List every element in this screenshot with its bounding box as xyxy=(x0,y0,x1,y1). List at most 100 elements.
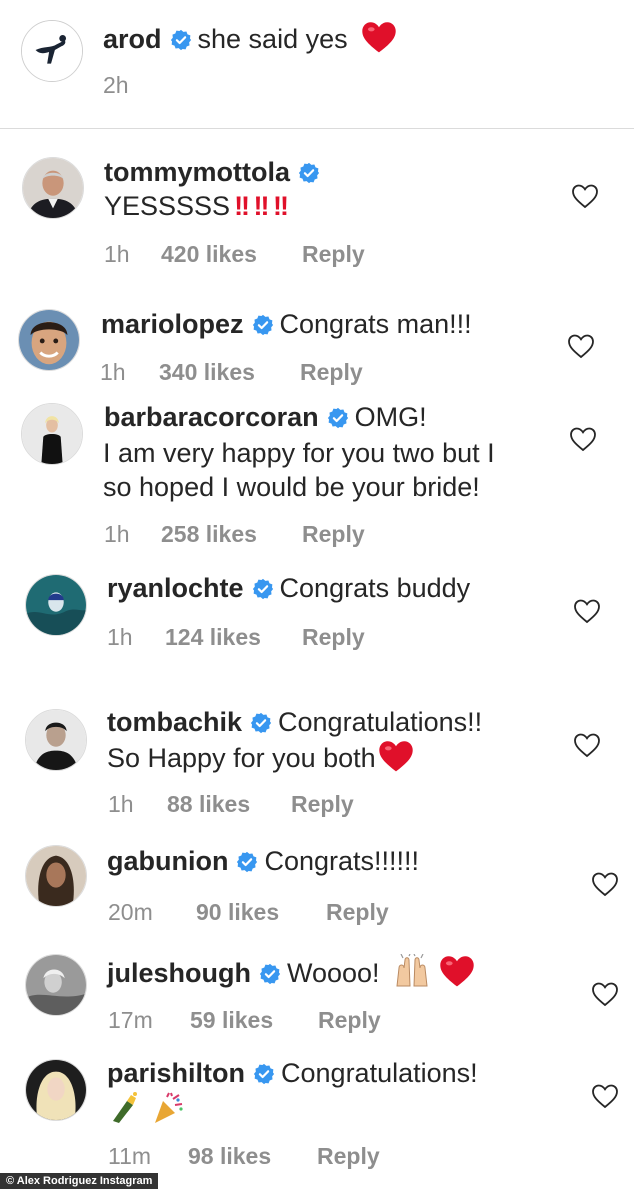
comment-username[interactable]: gabunion xyxy=(107,846,228,876)
post-divider xyxy=(0,128,634,129)
comment-text: I am very happy for you two but I xyxy=(103,438,495,468)
comment-meta: 1h 420 likes Reply xyxy=(104,241,404,269)
comment-username[interactable]: mariolopez xyxy=(101,309,244,339)
reply-button[interactable]: Reply xyxy=(291,791,354,818)
post-username[interactable]: arod xyxy=(103,24,162,54)
comment-likes[interactable]: 90 likes xyxy=(196,899,279,926)
comment-meta: 20m 90 likes Reply xyxy=(108,899,408,927)
comment-meta: 1h 340 likes Reply xyxy=(100,359,400,387)
red-heart-emoji-icon xyxy=(439,954,475,988)
party-popper-emoji-icon xyxy=(154,1092,183,1123)
verified-badge-icon xyxy=(250,712,272,734)
verified-badge-icon xyxy=(327,407,349,429)
comment-avatar-juleshough[interactable] xyxy=(25,954,87,1016)
reply-button[interactable]: Reply xyxy=(317,1143,380,1170)
like-heart-icon[interactable] xyxy=(569,426,597,452)
comment-username[interactable]: juleshough xyxy=(107,958,251,988)
reply-button[interactable]: Reply xyxy=(318,1007,381,1034)
avatar-photo-icon xyxy=(26,575,86,635)
comment-username[interactable]: tombachik xyxy=(107,707,242,737)
comment-time: 1h xyxy=(104,241,130,267)
post-caption-line: arod she said yes xyxy=(103,20,397,56)
post-avatar[interactable] xyxy=(21,20,83,82)
comment-meta: 1h 258 likes Reply xyxy=(104,521,404,549)
like-heart-icon[interactable] xyxy=(591,981,619,1007)
reply-button[interactable]: Reply xyxy=(300,359,363,386)
verified-badge-icon xyxy=(170,29,192,51)
like-heart-icon[interactable] xyxy=(591,871,619,897)
comment-meta: 1h 88 likes Reply xyxy=(108,791,408,819)
post-caption: she said yes xyxy=(197,24,348,54)
comment-time: 20m xyxy=(108,899,153,925)
comment-likes[interactable]: 258 likes xyxy=(161,521,257,548)
comment-text: YESSSSS xyxy=(104,191,231,221)
double-exclamation-emoji-icon: !! !! !! xyxy=(234,191,289,221)
comment-avatar-ryanlochte[interactable] xyxy=(25,574,87,636)
comment-meta: 1h 124 likes Reply xyxy=(107,624,407,652)
verified-badge-icon xyxy=(253,1063,275,1085)
comment-username[interactable]: barbaracorcoran xyxy=(104,402,319,432)
comment-likes[interactable]: 124 likes xyxy=(165,624,261,651)
comment-avatar-tombachik[interactable] xyxy=(25,709,87,771)
avatar-photo-icon xyxy=(22,404,82,464)
comment-avatar-mariolopez[interactable] xyxy=(18,309,80,371)
comment-avatar-gabunion[interactable] xyxy=(25,845,87,907)
comment-line: tombachik Congratulations!! xyxy=(107,706,482,739)
like-heart-icon[interactable] xyxy=(573,598,601,624)
champagne-emoji-icon xyxy=(113,1092,137,1123)
comment-likes[interactable]: 88 likes xyxy=(167,791,250,818)
comment-likes[interactable]: 420 likes xyxy=(161,241,257,268)
comment-line: ryanlochte Congrats buddy xyxy=(107,572,470,605)
avatar-photo-icon xyxy=(19,310,79,370)
comment-time: 1h xyxy=(108,791,134,817)
comment-line: tommymottola xyxy=(104,156,326,189)
reply-button[interactable]: Reply xyxy=(302,624,365,651)
comment-line: parishilton Congratulations! xyxy=(107,1057,478,1090)
raised-hands-emoji-icon xyxy=(396,953,428,987)
comment-username[interactable]: parishilton xyxy=(107,1058,245,1088)
comment-likes[interactable]: 59 likes xyxy=(190,1007,273,1034)
comment-line: YESSSSS!! !! !! xyxy=(104,190,289,223)
like-heart-icon[interactable] xyxy=(591,1083,619,1109)
avatar-photo-icon xyxy=(26,846,86,906)
red-heart-emoji-icon xyxy=(361,20,397,54)
comment-text: Congrats buddy xyxy=(279,573,471,603)
verified-badge-icon xyxy=(259,963,281,985)
red-heart-emoji-icon xyxy=(378,739,414,773)
comment-text: Congratulations! xyxy=(281,1058,478,1088)
reply-button[interactable]: Reply xyxy=(326,899,389,926)
comment-text: So Happy for you both xyxy=(107,743,376,773)
verified-badge-icon xyxy=(252,578,274,600)
comment-meta: 17m 59 likes Reply xyxy=(108,1007,408,1035)
comment-text: so hoped I would be your bride! xyxy=(103,472,480,502)
reply-button[interactable]: Reply xyxy=(302,521,365,548)
avatar-photo-icon xyxy=(26,1060,86,1120)
comment-time: 1h xyxy=(100,359,126,385)
avatar-photo-icon xyxy=(26,955,86,1015)
comment-username[interactable]: ryanlochte xyxy=(107,573,244,603)
post-meta: 2h xyxy=(103,72,163,100)
comment-text: OMG! xyxy=(354,402,427,432)
baseball-logo-icon xyxy=(22,21,82,81)
comment-text: Congratulations!! xyxy=(278,707,483,737)
comment-avatar-tommymottola[interactable] xyxy=(22,157,84,219)
comment-username[interactable]: tommymottola xyxy=(104,157,290,187)
like-heart-icon[interactable] xyxy=(573,732,601,758)
comment-line: So Happy for you both xyxy=(107,739,414,775)
like-heart-icon[interactable] xyxy=(571,183,599,209)
comment-text: Congrats man!!! xyxy=(279,309,472,339)
comment-avatar-parishilton[interactable] xyxy=(25,1059,87,1121)
comment-line: I am very happy for you two but I xyxy=(103,437,495,470)
comment-likes[interactable]: 98 likes xyxy=(188,1143,271,1170)
reply-button[interactable]: Reply xyxy=(302,241,365,268)
comment-time: 17m xyxy=(108,1007,153,1033)
comment-likes[interactable]: 340 likes xyxy=(159,359,255,386)
like-heart-icon[interactable] xyxy=(567,333,595,359)
verified-badge-icon xyxy=(298,162,320,184)
comment-time: 1h xyxy=(104,521,130,547)
verified-badge-icon xyxy=(252,314,274,336)
comment-avatar-barbaracorcoran[interactable] xyxy=(21,403,83,465)
avatar-photo-icon xyxy=(26,710,86,770)
comment-line: barbaracorcoran OMG! xyxy=(104,401,427,434)
comment-line: so hoped I would be your bride! xyxy=(103,471,480,504)
